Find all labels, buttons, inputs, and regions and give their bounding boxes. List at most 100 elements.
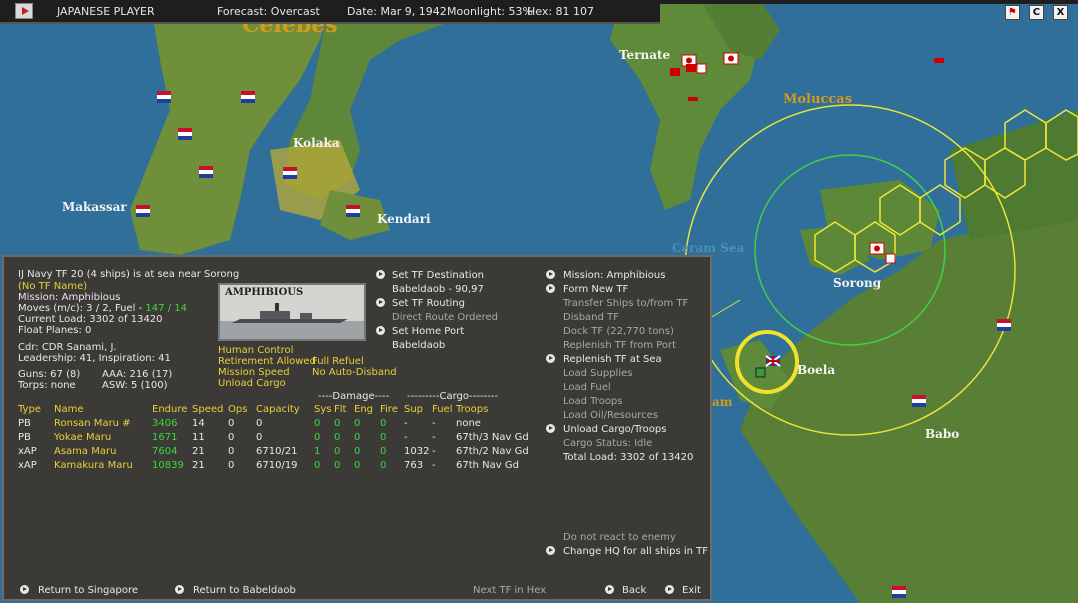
- table-cell: 0: [314, 417, 321, 429]
- forecast-label: Forecast: Overcast: [217, 5, 320, 18]
- table-header-row: Type Name Endure Speed Ops Capacity Sys …: [18, 403, 536, 417]
- table-cell: 1032: [404, 445, 430, 457]
- table-cell: 0: [380, 445, 387, 457]
- table-cell: -: [432, 459, 436, 471]
- mission-button[interactable]: Mission: Amphibious: [563, 270, 665, 282]
- top-right-buttons: ⚑ C X: [1001, 5, 1068, 23]
- dutch-flag-icon: [892, 586, 906, 598]
- table-row[interactable]: PB Ronsan Maru #3406 14 0 0 0 0 0 0 - - none: [18, 417, 536, 431]
- table-cell: 0: [334, 459, 341, 471]
- map-label-ternate: Ternate: [619, 48, 671, 62]
- table-cell[interactable]: Asama Maru: [54, 445, 152, 459]
- col-header: Name: [54, 403, 84, 415]
- arrow-icon: [546, 284, 555, 293]
- table-cell: 67th Nav Gd: [456, 459, 519, 471]
- table-cell: 0: [314, 459, 321, 471]
- load-oil-button[interactable]: Load Oil/Resources: [563, 410, 658, 422]
- table-cell: 0: [228, 445, 235, 457]
- table-cell[interactable]: Ronsan Maru #: [54, 417, 152, 431]
- total-load: Total Load: 3302 of 13420: [563, 452, 694, 463]
- col-header: Fuel: [432, 403, 453, 415]
- set-home-port-button[interactable]: Set Home Port: [392, 326, 464, 338]
- table-cell: -: [404, 431, 408, 443]
- form-new-tf-button[interactable]: Form New TF: [563, 284, 628, 296]
- change-hq-button[interactable]: Change HQ for all ships in TF: [563, 546, 708, 558]
- load-troops-button[interactable]: Load Troops: [563, 396, 623, 408]
- play-turn-button[interactable]: [15, 3, 33, 19]
- return-babeldaob-button[interactable]: Return to Babeldaob: [193, 585, 296, 597]
- tf-torps: Torps: none: [18, 380, 76, 391]
- cargo-group-header: ---------Cargo--------: [407, 391, 499, 402]
- player-label: JAPANESE PLAYER: [57, 5, 155, 18]
- table-cell[interactable]: Yokae Maru: [54, 431, 152, 445]
- col-header: Eng: [354, 403, 374, 415]
- map-label-kendari: Kendari: [377, 212, 431, 226]
- japanese-unit-icon: [885, 253, 896, 264]
- table-cell: 1671: [152, 431, 178, 443]
- table-cell: 21: [192, 445, 205, 457]
- arrow-icon: [546, 424, 555, 433]
- unload-cargo-button[interactable]: Unload Cargo/Troops: [563, 424, 666, 436]
- map-label-moluccas: Moluccas: [783, 92, 852, 107]
- table-row[interactable]: PB Yokae Maru 1671 11 0 0 0 0 0 0 - - 67th/3 Nav Gd: [18, 431, 536, 445]
- tf-marker-icon: [755, 367, 766, 378]
- flag-button[interactable]: ⚑: [1004, 5, 1020, 20]
- table-cell: 3406: [152, 417, 178, 429]
- replenish-port-button[interactable]: Replenish TF from Port: [563, 340, 676, 352]
- set-routing-button[interactable]: Set TF Routing: [392, 298, 465, 310]
- replenish-sea-button[interactable]: Replenish TF at Sea: [563, 354, 662, 366]
- transfer-ships-button[interactable]: Transfer Ships to/from TF: [563, 298, 688, 310]
- option-no-auto-disband[interactable]: No Auto-Disband: [312, 367, 397, 379]
- table-cell: 0: [380, 417, 387, 429]
- table-row[interactable]: xAP Kamakura Maru 10839 21 0 6710/19 0 0 0 0 763- 6…: [18, 459, 536, 473]
- table-cell: 0: [228, 459, 235, 471]
- table-cell: PB: [18, 431, 31, 443]
- set-destination-button[interactable]: Set TF Destination: [392, 270, 484, 282]
- table-cell: 0: [334, 417, 341, 429]
- arrow-icon: [20, 585, 29, 594]
- table-cell: 0: [380, 459, 387, 471]
- table-row[interactable]: xAP Asama Maru 7604 21 0 6710/21 1 0 0 0 1032- 67th…: [18, 445, 536, 459]
- option-unload-cargo[interactable]: Unload Cargo: [218, 378, 286, 390]
- map-label-am: am: [712, 395, 733, 409]
- col-header: Speed: [192, 403, 224, 415]
- c-button[interactable]: C: [1028, 5, 1044, 20]
- arrow-icon: [546, 546, 555, 555]
- load-fuel-button[interactable]: Load Fuel: [563, 382, 611, 394]
- table-cell: 0: [314, 431, 321, 443]
- close-button[interactable]: X: [1053, 5, 1068, 20]
- disband-tf-button[interactable]: Disband TF: [563, 312, 619, 324]
- dutch-flag-icon: [997, 319, 1011, 331]
- dutch-flag-icon: [912, 395, 926, 407]
- japanese-unit-icon: [688, 97, 698, 101]
- ship-table: Type Name Endure Speed Ops Capacity Sys …: [18, 403, 536, 473]
- table-cell: PB: [18, 417, 31, 429]
- table-cell: xAP: [18, 459, 37, 471]
- dutch-flag-icon: [157, 91, 171, 103]
- exit-button[interactable]: Exit: [682, 585, 701, 597]
- return-singapore-button[interactable]: Return to Singapore: [38, 585, 138, 597]
- table-cell: 21: [192, 459, 205, 471]
- arrow-icon: [376, 298, 385, 307]
- table-cell: 1: [314, 445, 321, 457]
- col-header: Sup: [404, 403, 424, 415]
- next-tf-button[interactable]: Next TF in Hex: [473, 585, 546, 597]
- col-header: Capacity: [256, 403, 300, 415]
- table-cell: 0: [354, 459, 361, 471]
- table-cell: -: [432, 417, 436, 429]
- no-react-toggle[interactable]: Do not react to enemy: [563, 532, 676, 544]
- ship-class-image: AMPHIBIOUS: [218, 283, 366, 341]
- japanese-unit-icon: [670, 68, 680, 76]
- dutch-flag-icon: [178, 128, 192, 140]
- destination-value: Babeldaob - 90,97: [392, 284, 484, 295]
- table-cell: 0: [354, 417, 361, 429]
- arrow-icon: [605, 585, 614, 594]
- col-header: Sys: [314, 403, 332, 415]
- load-supplies-button[interactable]: Load Supplies: [563, 368, 632, 380]
- top-strip: [660, 0, 1078, 4]
- back-button[interactable]: Back: [622, 585, 646, 597]
- col-header: Fire: [380, 403, 398, 415]
- table-cell[interactable]: Kamakura Maru: [54, 459, 152, 473]
- dock-tf-button[interactable]: Dock TF (22,770 tons): [563, 326, 674, 338]
- col-header: Type: [18, 403, 41, 415]
